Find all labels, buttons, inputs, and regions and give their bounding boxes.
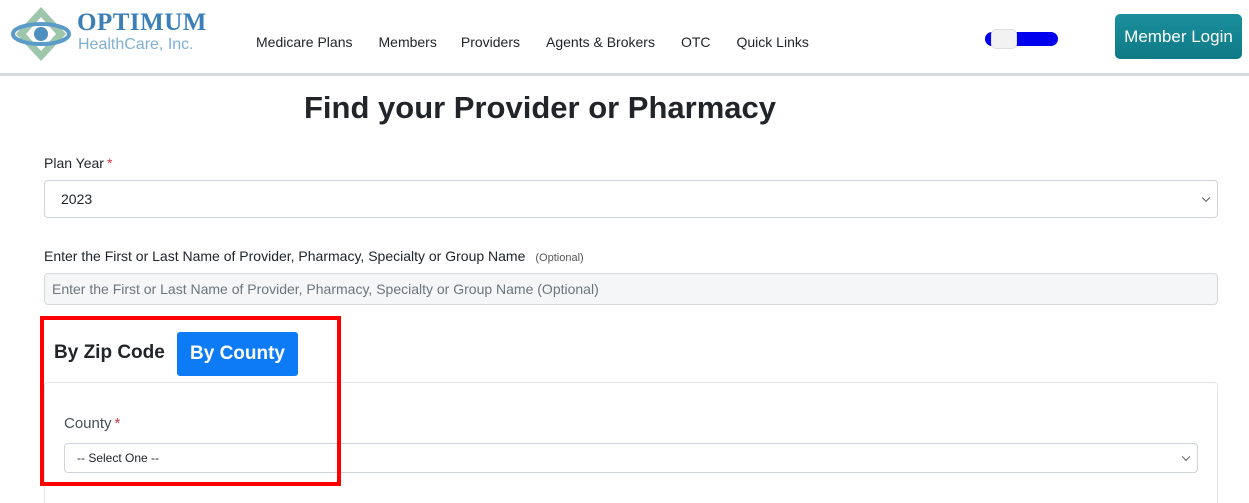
tab-by-zip-code[interactable]: By Zip Code [54, 342, 165, 364]
county-label: County * [64, 415, 120, 432]
main-nav: Medicare Plans Members Providers Agents … [256, 34, 835, 50]
nav-members[interactable]: Members [379, 34, 437, 50]
header-divider [0, 73, 1249, 76]
county-select[interactable]: -- Select One -- [64, 443, 1198, 473]
nav-medicare-plans[interactable]: Medicare Plans [256, 34, 353, 50]
page-title: Find your Provider or Pharmacy [303, 90, 777, 125]
county-value: -- Select One -- [77, 451, 160, 465]
tab-by-county[interactable]: By County [177, 332, 298, 376]
plan-year-label-text: Plan Year [44, 155, 104, 171]
search-label-text: Enter the First or Last Name of Provider… [44, 248, 526, 264]
plan-year-label: Plan Year * [44, 155, 112, 171]
required-marker: * [114, 415, 121, 432]
chevron-down-icon [1181, 452, 1191, 462]
county-label-text: County [64, 415, 112, 432]
nav-quick-links[interactable]: Quick Links [737, 34, 809, 50]
plan-year-value: 2023 [61, 191, 93, 207]
nav-otc[interactable]: OTC [681, 34, 711, 50]
search-label: Enter the First or Last Name of Provider… [44, 248, 584, 264]
nav-agents-brokers[interactable]: Agents & Brokers [546, 34, 655, 50]
logo-subtitle: HealthCare, Inc. [78, 36, 194, 53]
plan-year-select[interactable]: 2023 [44, 180, 1218, 218]
optional-note: (Optional) [535, 252, 584, 264]
logo-emblem-icon [11, 7, 71, 61]
required-marker: * [106, 155, 113, 171]
toggle-knob [991, 29, 1017, 49]
chevron-down-icon [1201, 193, 1211, 203]
nav-providers[interactable]: Providers [461, 34, 520, 50]
provider-search-input[interactable]: Enter the First or Last Name of Provider… [44, 273, 1218, 305]
site-header: OPTIMUM HealthCare, Inc. Medicare Plans … [0, 0, 1249, 73]
member-login-button[interactable]: Member Login [1115, 14, 1242, 59]
search-placeholder: Enter the First or Last Name of Provider… [52, 281, 599, 297]
logo-wordmark: OPTIMUM [77, 9, 207, 36]
theme-toggle[interactable] [985, 29, 1058, 49]
optimum-logo[interactable]: OPTIMUM HealthCare, Inc. [8, 5, 208, 63]
